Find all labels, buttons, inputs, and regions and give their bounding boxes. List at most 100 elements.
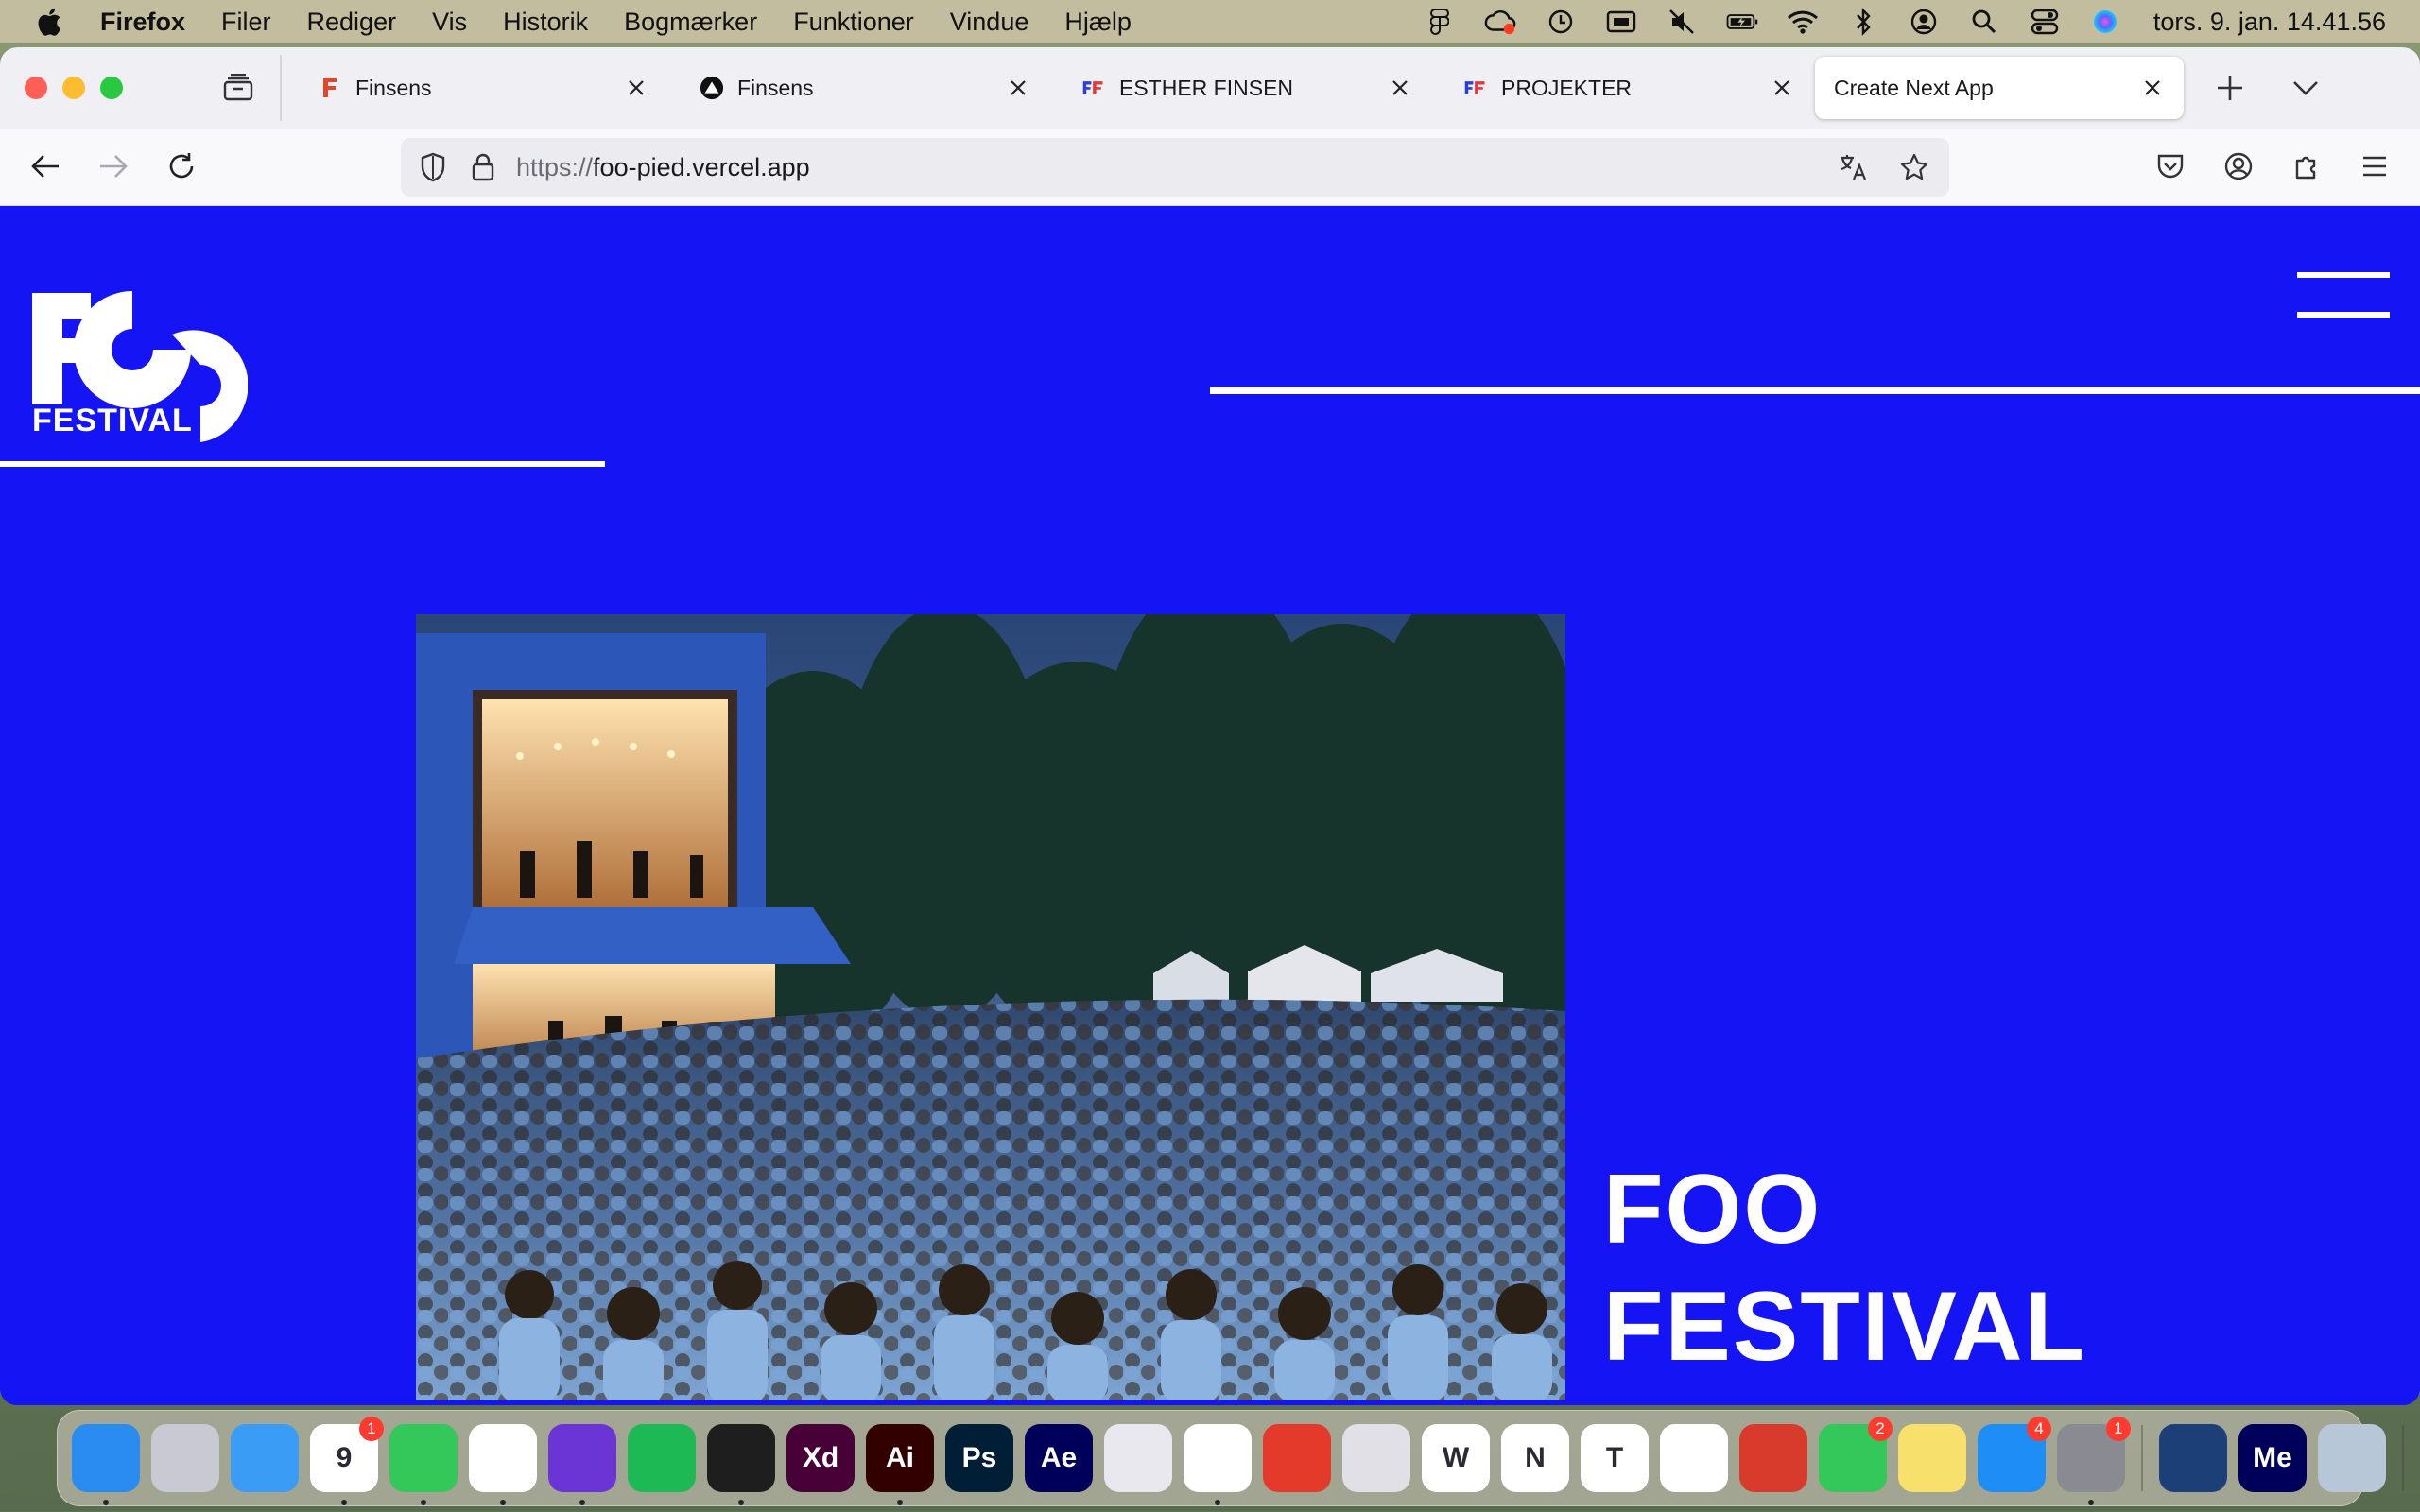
app-menu-hamburger-icon[interactable] xyxy=(2356,147,2394,185)
creative-cloud-status-icon[interactable] xyxy=(1484,8,1516,36)
tab-title: Create Next App xyxy=(1834,75,1994,100)
running-indicator xyxy=(897,1500,903,1505)
dock-app-figma[interactable] xyxy=(707,1424,775,1505)
tab-finsens-vercel[interactable]: Finsens xyxy=(681,57,1049,119)
figma-status-icon[interactable] xyxy=(1424,8,1456,36)
extensions-puzzle-icon[interactable] xyxy=(2288,147,2325,185)
tracking-protection-shield-icon[interactable] xyxy=(416,150,450,184)
vercel-icon xyxy=(700,76,724,100)
dock-app-label: Xd xyxy=(802,1442,839,1473)
status-menu-area: tors. 9. jan. 14.41.56 xyxy=(1424,8,2386,37)
dock-app-spotify[interactable] xyxy=(628,1424,696,1492)
back-arrow-icon[interactable] xyxy=(26,147,64,185)
forward-arrow-icon[interactable] xyxy=(95,147,132,185)
dock-app-photo-booth[interactable] xyxy=(1739,1424,1807,1492)
festival-crowd-photo xyxy=(416,614,1565,1400)
apple-menu-icon[interactable] xyxy=(34,6,62,38)
address-bar[interactable]: https://foo-pied.vercel.app xyxy=(401,138,1949,197)
menu-help[interactable]: Hjælp xyxy=(1064,8,1132,37)
dock-app-photoshop[interactable]: Ps xyxy=(945,1424,1013,1492)
menu-bar-clock[interactable]: tors. 9. jan. 14.41.56 xyxy=(2153,8,2386,37)
close-tab-icon[interactable] xyxy=(1006,76,1030,100)
tab-bar: Finsens Finsens ESTHER FINSEN PROJEKTER … xyxy=(0,47,2420,129)
dock-app-media-encoder[interactable]: Me xyxy=(2238,1424,2307,1492)
lock-icon[interactable] xyxy=(467,150,499,184)
dock-app-telegram[interactable] xyxy=(1342,1424,1410,1492)
menu-window[interactable]: Vindue xyxy=(950,8,1029,37)
user-account-status-icon[interactable] xyxy=(1908,8,1940,36)
dock-app-illustrator[interactable]: Ai xyxy=(866,1424,934,1505)
dock-app-calendar[interactable]: 91 xyxy=(310,1417,384,1505)
menu-file[interactable]: Filer xyxy=(221,8,271,37)
dock-app-launchpad[interactable] xyxy=(151,1424,219,1492)
battery-status-icon[interactable] xyxy=(1726,8,1758,36)
translate-icon[interactable] xyxy=(1836,149,1872,185)
tab-esther-finsen[interactable]: ESTHER FINSEN xyxy=(1063,57,1431,119)
navigation-toolbar: https://foo-pied.vercel.app xyxy=(0,129,2420,206)
close-tab-icon[interactable] xyxy=(1770,76,1794,100)
dock-app-notes[interactable] xyxy=(1898,1424,1966,1492)
dock-app-facetime[interactable]: 2 xyxy=(1819,1417,1893,1492)
menu-view[interactable]: Vis xyxy=(432,8,467,37)
menu-history[interactable]: Historik xyxy=(503,8,588,37)
dock-app-label: 9 xyxy=(336,1442,353,1473)
tab-projekter[interactable]: PROJEKTER xyxy=(1444,57,1813,119)
dock-app-creative-cloud[interactable] xyxy=(1104,1424,1172,1492)
bookmark-star-icon[interactable] xyxy=(1896,149,1932,185)
new-tab-plus-icon[interactable] xyxy=(2214,72,2246,104)
minimize-window-button[interactable] xyxy=(62,77,85,99)
dock-app-word[interactable]: W xyxy=(1422,1424,1490,1492)
close-window-button[interactable] xyxy=(25,77,47,99)
pocket-icon[interactable] xyxy=(2152,147,2189,185)
dock-app-finder[interactable] xyxy=(72,1424,140,1505)
zoom-window-button[interactable] xyxy=(100,77,123,99)
siri-icon[interactable] xyxy=(2089,8,2121,36)
dock-app-teams[interactable]: T xyxy=(1581,1424,1649,1492)
tab-title: Finsens xyxy=(737,75,814,100)
menu-app-name[interactable]: Firefox xyxy=(100,8,185,37)
figma-f-icon xyxy=(318,76,342,100)
menu-tools[interactable]: Funktioner xyxy=(793,8,914,37)
dock-app-quicktime[interactable] xyxy=(2159,1424,2227,1492)
menu-bookmarks[interactable]: Bogmærker xyxy=(624,8,757,37)
dock-app-label: W xyxy=(1442,1442,1470,1473)
dock-app-system-settings[interactable]: 1 xyxy=(2057,1417,2131,1505)
dock-app-preview[interactable] xyxy=(2318,1424,2386,1492)
tab-create-next-app[interactable]: Create Next App xyxy=(1815,57,2184,119)
control-center-icon[interactable] xyxy=(2029,8,2061,36)
dock-app-app-store[interactable]: 4 xyxy=(1978,1417,2051,1492)
dock-app-safari[interactable] xyxy=(1263,1424,1331,1492)
dock-app-firefox[interactable] xyxy=(548,1424,616,1505)
running-indicator xyxy=(500,1500,506,1505)
dock-app-after-effects[interactable]: Ae xyxy=(1025,1424,1093,1492)
dock-app-onenote[interactable]: N xyxy=(1501,1424,1569,1492)
notification-badge: 1 xyxy=(2106,1417,2131,1441)
time-machine-status-icon[interactable] xyxy=(1545,8,1577,36)
dock-app-mail[interactable] xyxy=(231,1424,299,1492)
close-tab-icon[interactable] xyxy=(2140,76,2165,100)
dock-app-photos[interactable] xyxy=(1660,1424,1728,1492)
screen-mirroring-status-icon[interactable] xyxy=(1605,8,1637,36)
dock-app-adobe-xd[interactable]: Xd xyxy=(786,1424,855,1492)
running-indicator xyxy=(341,1500,347,1505)
close-tab-icon[interactable] xyxy=(624,76,648,100)
spotlight-search-icon[interactable] xyxy=(1968,8,2000,36)
dock-app-chrome[interactable] xyxy=(469,1424,537,1505)
tab-title: ESTHER FINSEN xyxy=(1119,75,1294,100)
dock-app-label: Ai xyxy=(886,1442,914,1473)
site-menu-hamburger-icon[interactable] xyxy=(2297,272,2390,318)
url-text[interactable]: https://foo-pied.vercel.app xyxy=(516,153,810,182)
wifi-status-icon[interactable] xyxy=(1787,8,1819,36)
menu-edit[interactable]: Rediger xyxy=(307,8,397,37)
list-all-tabs-chevron-icon[interactable] xyxy=(2290,72,2322,104)
dock-app-messages[interactable] xyxy=(389,1424,458,1505)
account-icon[interactable] xyxy=(2220,147,2257,185)
dock-app-vs-code[interactable] xyxy=(1184,1424,1252,1505)
tab-finsens-figma[interactable]: Finsens xyxy=(299,57,667,119)
reload-icon[interactable] xyxy=(163,147,200,185)
muted-speaker-status-icon[interactable] xyxy=(1666,8,1698,36)
close-tab-icon[interactable] xyxy=(1388,76,1412,100)
firefox-view-icon[interactable] xyxy=(219,72,257,104)
bluetooth-status-icon[interactable] xyxy=(1847,8,1879,36)
dock-app-label: T xyxy=(1605,1442,1624,1473)
